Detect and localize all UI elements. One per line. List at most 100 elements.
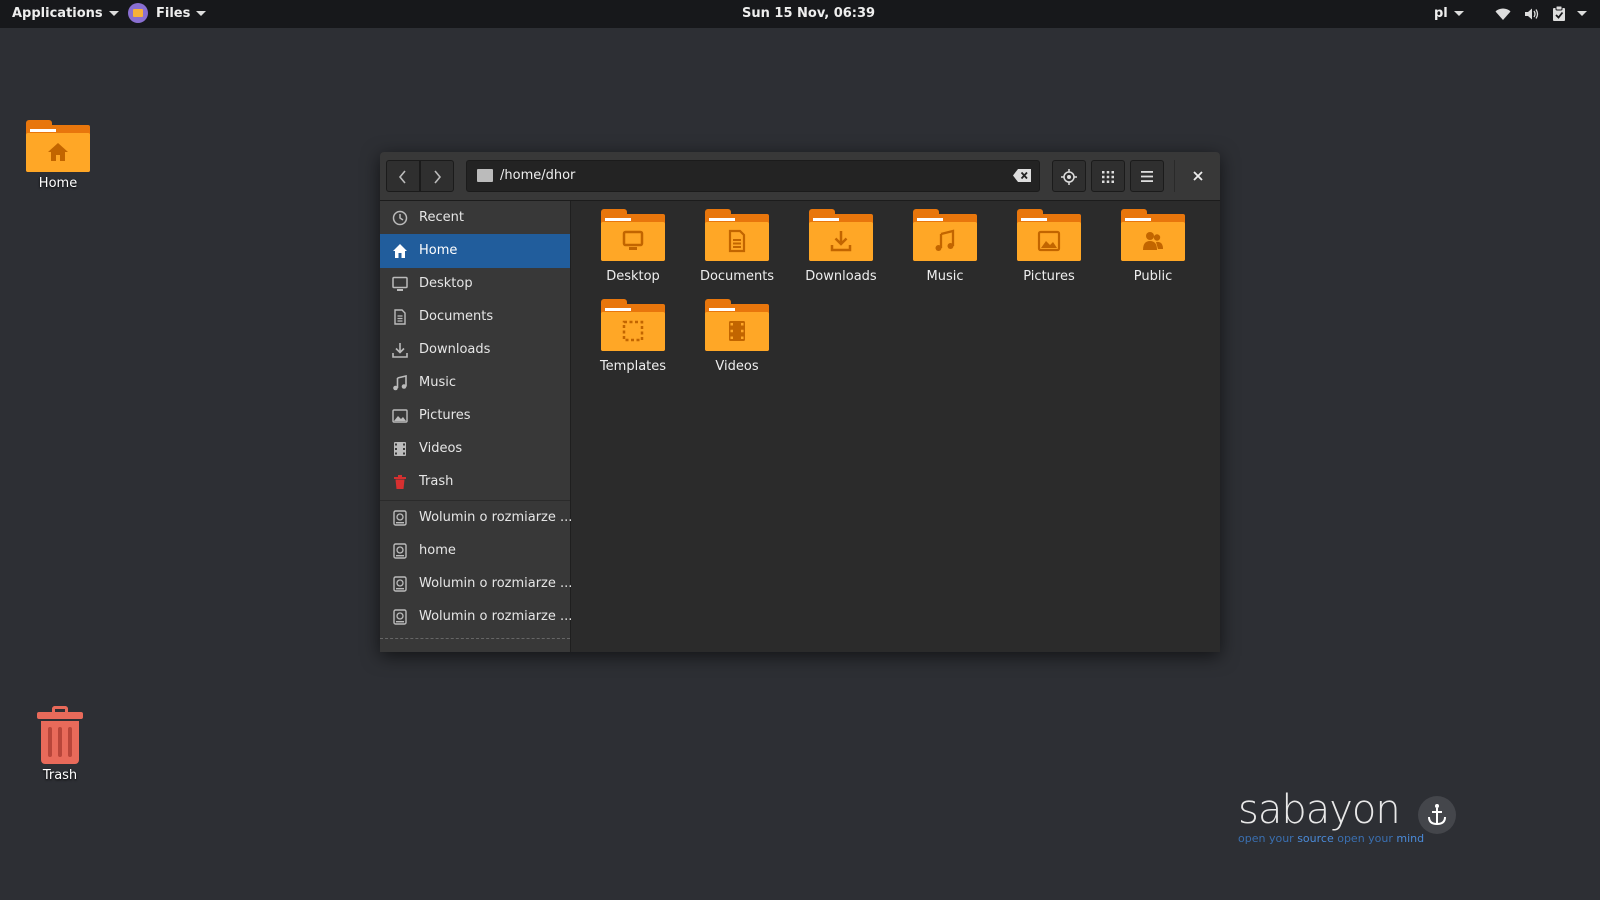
chevron-down-icon — [108, 11, 119, 16]
pictures-folder-icon — [1017, 209, 1081, 261]
volume-icon — [1524, 8, 1538, 19]
chevron-down-icon — [1453, 11, 1464, 16]
music-folder-icon — [913, 209, 977, 261]
folder-label: Templates — [599, 359, 667, 374]
sidebar-item-volume[interactable]: Wolumin o rozmiarze ... — [380, 567, 573, 601]
folder-icon — [477, 169, 493, 182]
sidebar-item-label: Trash — [419, 474, 454, 489]
location-bar[interactable]: /home/dhor — [466, 160, 1040, 192]
sidebar-item-label: Wolumin o rozmiarze ... — [419, 576, 573, 591]
sidebar-item-volume[interactable]: Wolumin o rozmiarze ... — [380, 600, 573, 634]
sidebar-item-label: Home — [419, 243, 458, 258]
folder-label: Documents — [699, 269, 775, 284]
forward-button[interactable] — [420, 160, 454, 192]
folder-view[interactable]: Desktop Documents Downloads Music Pictur… — [571, 201, 1220, 652]
sidebar-item-label: Documents — [419, 309, 494, 324]
document-icon — [394, 309, 406, 325]
public-folder-icon — [1121, 209, 1185, 261]
anchor-icon — [1418, 796, 1456, 834]
folder-downloads[interactable]: Downloads — [789, 209, 893, 284]
places-sidebar: Recent Home Desktop Documents Downloads … — [380, 201, 573, 652]
applications-menu[interactable]: Applications — [12, 0, 119, 28]
close-icon — [1193, 170, 1203, 181]
sidebar-item-label: Music — [419, 375, 456, 390]
sidebar-item-desktop[interactable]: Desktop — [380, 267, 570, 301]
keyboard-layout-label: pl — [1434, 6, 1448, 21]
sidebar-item-label: Videos — [419, 441, 463, 456]
location-path[interactable]: /home/dhor — [500, 161, 575, 191]
music-icon — [393, 375, 407, 391]
clear-text-icon[interactable] — [1013, 169, 1031, 182]
desktop-trash-label: Trash — [42, 768, 78, 783]
picture-icon — [392, 409, 408, 423]
sabayon-logo: sabayon open your source open your mind — [1238, 790, 1458, 845]
folder-public[interactable]: Public — [1101, 209, 1205, 284]
back-button[interactable] — [386, 160, 420, 192]
logo-tagline: open your source open your mind — [1238, 832, 1425, 845]
sidebar-item-music[interactable]: Music — [380, 366, 570, 400]
drive-icon — [393, 543, 407, 559]
clipboard-check-icon — [1553, 5, 1566, 21]
documents-folder-icon — [705, 209, 769, 261]
chevron-left-icon — [398, 169, 406, 184]
sidebar-item-volume[interactable]: Wolumin o rozmiarze ... — [380, 501, 573, 535]
folder-templates[interactable]: Templates — [581, 299, 685, 374]
videos-folder-icon — [705, 299, 769, 351]
locate-button[interactable] — [1052, 160, 1086, 192]
sidebar-item-label: Desktop — [419, 276, 473, 291]
close-button[interactable] — [1182, 160, 1214, 192]
files-label: Files — [156, 6, 191, 21]
templates-folder-icon — [601, 299, 665, 351]
top-panel: Applications Files Sun 15 Nov, 06:39 pl — [0, 0, 1600, 28]
hamburger-icon — [1141, 171, 1153, 182]
sidebar-item-recent[interactable]: Recent — [380, 201, 570, 235]
sidebar-item-trash[interactable]: Trash — [380, 465, 570, 499]
sidebar-item-home[interactable]: Home — [380, 234, 570, 268]
desktop-home-icon[interactable]: Home — [18, 120, 98, 191]
files-app-menu[interactable]: Files — [128, 0, 207, 28]
sidebar-item-downloads[interactable]: Downloads — [380, 333, 570, 367]
desktop-trash-icon[interactable]: Trash — [20, 706, 100, 783]
folder-documents[interactable]: Documents — [685, 209, 789, 284]
folder-pictures[interactable]: Pictures — [997, 209, 1101, 284]
sidebar-item-videos[interactable]: Videos — [380, 432, 570, 466]
sidebar-item-documents[interactable]: Documents — [380, 300, 570, 334]
desktop-folder-icon — [601, 209, 665, 261]
sidebar-item-label: Wolumin o rozmiarze ... — [419, 609, 573, 624]
folder-label: Music — [926, 269, 964, 284]
system-status-menu[interactable] — [1495, 0, 1587, 28]
header-bar: /home/dhor — [380, 152, 1220, 201]
drive-icon — [393, 576, 407, 592]
applications-label: Applications — [12, 6, 103, 21]
menu-button[interactable] — [1130, 160, 1164, 192]
folder-label: Downloads — [805, 269, 877, 284]
grid-view-button[interactable] — [1091, 160, 1125, 192]
desktop-icon — [392, 276, 408, 291]
grid-icon — [1102, 170, 1114, 183]
sidebar-item-label: Recent — [419, 210, 464, 225]
sidebar-item-label: Pictures — [419, 408, 471, 423]
chevron-down-icon — [1576, 11, 1587, 16]
folder-label: Desktop — [606, 269, 660, 284]
clock-icon — [392, 210, 408, 226]
keyboard-layout-menu[interactable]: pl — [1434, 0, 1464, 28]
film-icon — [394, 442, 406, 456]
folder-desktop[interactable]: Desktop — [581, 209, 685, 284]
sidebar-item-label: Downloads — [419, 342, 491, 357]
sidebar-item-pictures[interactable]: Pictures — [380, 399, 570, 433]
download-icon — [392, 343, 408, 358]
clock[interactable]: Sun 15 Nov, 06:39 — [742, 0, 875, 28]
home-icon — [393, 244, 407, 258]
wifi-icon — [1495, 8, 1511, 20]
sidebar-item-home-volume[interactable]: home — [380, 534, 570, 568]
drive-icon — [393, 510, 407, 526]
sidebar-item-label: Wolumin o rozmiarze ... — [419, 510, 573, 525]
file-manager-window: /home/dhor Recent Home Desktop Documents… — [380, 152, 1220, 652]
folder-music[interactable]: Music — [893, 209, 997, 284]
chevron-right-icon — [434, 169, 442, 184]
downloads-folder-icon — [809, 209, 873, 261]
folder-videos[interactable]: Videos — [685, 299, 789, 374]
folder-label: Videos — [715, 359, 759, 374]
sidebar-item-label: home — [419, 543, 456, 558]
crosshair-icon — [1061, 168, 1077, 185]
